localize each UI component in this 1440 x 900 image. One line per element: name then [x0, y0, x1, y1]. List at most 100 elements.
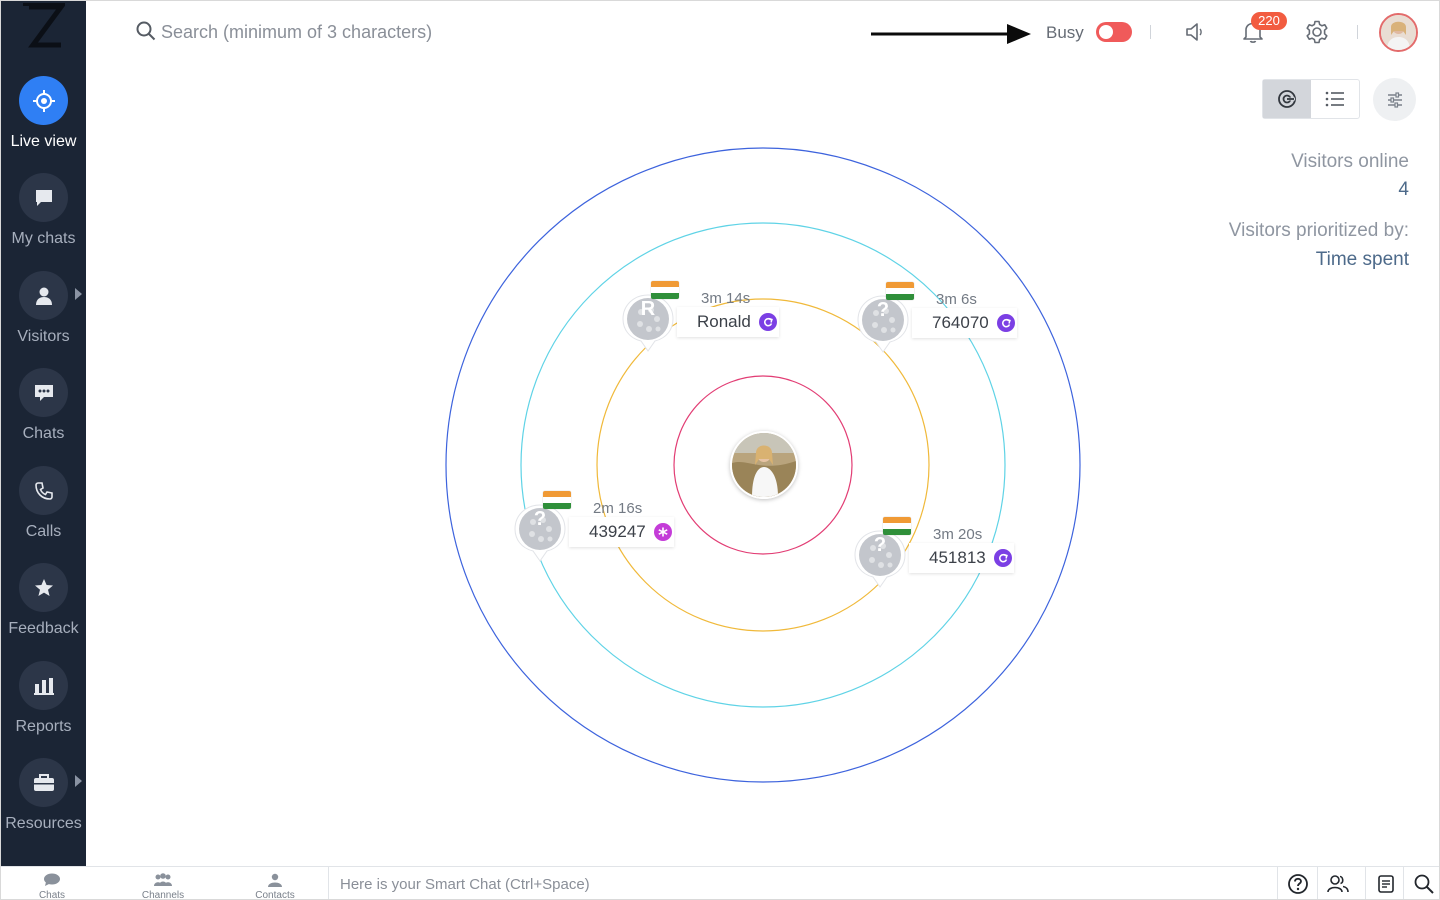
visitor-name: 451813	[929, 548, 986, 567]
user-photo-icon	[1381, 15, 1416, 50]
radar-rings	[445, 147, 1081, 783]
bottom-tab-label: Contacts	[255, 890, 295, 900]
visitor-time: 2m 16s	[593, 500, 643, 517]
sidebar-item-calls[interactable]: Calls	[1, 466, 86, 556]
radar-view-icon	[1278, 90, 1296, 108]
visitor-name: 764070	[932, 313, 989, 332]
india-flag-icon	[543, 491, 571, 509]
gear-icon	[1306, 20, 1328, 44]
star-icon	[34, 578, 53, 596]
priority-value[interactable]: Time spent	[1316, 249, 1409, 271]
visitor-time: 3m 6s	[936, 291, 977, 308]
sidebar-item-feedback[interactable]: Feedback	[1, 563, 86, 653]
bottom-tab-contacts[interactable]: Contacts	[230, 867, 320, 900]
sidebar-item-label: My chats	[11, 230, 76, 247]
sidebar-item-label: Live view	[10, 133, 77, 150]
visitor-439247[interactable]: ? 2m 16s 439247	[513, 491, 703, 571]
sidebar-item-label: Chats	[22, 425, 65, 442]
people-icon	[1326, 875, 1349, 893]
briefcase-icon	[33, 773, 54, 791]
bottom-bar: Chats Channels Contacts	[1, 866, 1439, 900]
sidebar-item-label: Visitors	[17, 328, 70, 345]
toggle-knob	[1099, 25, 1113, 39]
sidebar-item-resources[interactable]: Resources	[1, 758, 86, 848]
visitor-ronald[interactable]: R 3m 14s Ronald	[621, 281, 811, 361]
status-label: Busy	[1046, 23, 1084, 42]
radar-view-button[interactable]	[1263, 80, 1311, 118]
bar-chart-icon	[33, 677, 54, 695]
list-view-button[interactable]	[1311, 80, 1359, 118]
submenu-caret-icon	[75, 288, 82, 300]
help-icon	[1287, 874, 1308, 894]
sound-button[interactable]	[1181, 17, 1211, 47]
person-icon	[268, 873, 282, 887]
sidebar-item-reports[interactable]: Reports	[1, 661, 86, 751]
visitors-online-label: Visitors online	[1291, 151, 1409, 172]
notification-badge: 220	[1251, 12, 1287, 30]
smart-chat-input[interactable]	[340, 873, 1240, 895]
visitor-name: Ronald	[697, 312, 751, 331]
settings-button[interactable]	[1302, 17, 1332, 47]
feed-icon	[1377, 875, 1394, 893]
chat-dots-icon	[34, 384, 53, 401]
sidebar-item-label: Reports	[15, 718, 72, 735]
returning-visitor-icon	[758, 313, 777, 331]
bottom-tab-chats[interactable]: Chats	[7, 867, 97, 900]
visitors-online-count: 4	[1398, 179, 1409, 200]
list-icon	[1325, 91, 1344, 107]
sidebar-item-label: Resources	[5, 815, 82, 832]
group-icon	[154, 873, 172, 886]
search-icon	[1414, 874, 1434, 894]
person-icon	[35, 287, 52, 305]
visitor-name: 439247	[589, 522, 646, 541]
new-visitor-icon	[653, 523, 672, 541]
sidebar-item-visitors[interactable]: Visitors	[1, 271, 86, 361]
bottom-tab-channels[interactable]: Channels	[118, 867, 208, 900]
sidebar-item-chats[interactable]: Chats	[1, 368, 86, 458]
priority-label: Visitors prioritized by:	[1228, 220, 1409, 241]
visitor-avatar-letter: ?	[533, 508, 547, 530]
availability-toggle[interactable]	[1096, 22, 1132, 42]
search-input[interactable]	[161, 18, 561, 46]
india-flag-icon	[886, 282, 914, 300]
bottom-tab-label: Channels	[141, 890, 185, 900]
feed-button[interactable]	[1365, 867, 1405, 899]
visitor-avatar-letter: ?	[876, 299, 890, 321]
help-button[interactable]	[1277, 867, 1317, 899]
india-flag-icon	[883, 517, 911, 535]
divider	[1150, 25, 1151, 39]
visitor-avatar-letter: ?	[873, 534, 887, 556]
visitor-451813[interactable]: ? 3m 20s 451813	[853, 517, 1043, 597]
visitor-avatar-letter: R	[640, 298, 656, 320]
chat-bubble-icon	[44, 873, 60, 886]
arrow-annotation-icon	[871, 24, 1031, 44]
phone-icon	[34, 481, 53, 500]
search-icon	[136, 21, 156, 41]
app-window: Live view My chats Visitors Chats Calls …	[0, 0, 1440, 900]
visitor-time: 3m 20s	[933, 526, 983, 543]
sidebar-item-my-chats[interactable]: My chats	[1, 173, 86, 263]
operator-photo-icon	[732, 433, 796, 497]
sidebar-item-label: Feedback	[8, 620, 79, 637]
user-avatar[interactable]	[1379, 13, 1418, 52]
sidebar-item-label: Calls	[25, 523, 62, 540]
filter-button[interactable]	[1373, 78, 1416, 121]
contacts-button[interactable]	[1317, 867, 1357, 899]
visitor-764070[interactable]: ? 3m 6s 764070	[856, 282, 1046, 362]
view-switch	[1262, 79, 1360, 119]
operator-avatar	[730, 431, 798, 499]
india-flag-icon	[651, 281, 679, 299]
global-search-button[interactable]	[1403, 867, 1439, 899]
submenu-caret-icon	[75, 775, 82, 787]
sidebar-item-live-view[interactable]: Live view	[1, 76, 86, 166]
returning-visitor-icon	[993, 549, 1012, 567]
zoho-logo-icon	[23, 3, 65, 48]
bottom-tab-label: Chats	[38, 890, 66, 900]
sidebar: Live view My chats Visitors Chats Calls …	[1, 1, 86, 866]
visitor-time: 3m 14s	[701, 290, 751, 307]
divider	[1357, 25, 1358, 39]
chat-bubble-icon	[35, 189, 52, 206]
returning-visitor-icon	[996, 314, 1015, 332]
target-icon	[32, 89, 55, 112]
sliders-icon	[1387, 91, 1402, 108]
